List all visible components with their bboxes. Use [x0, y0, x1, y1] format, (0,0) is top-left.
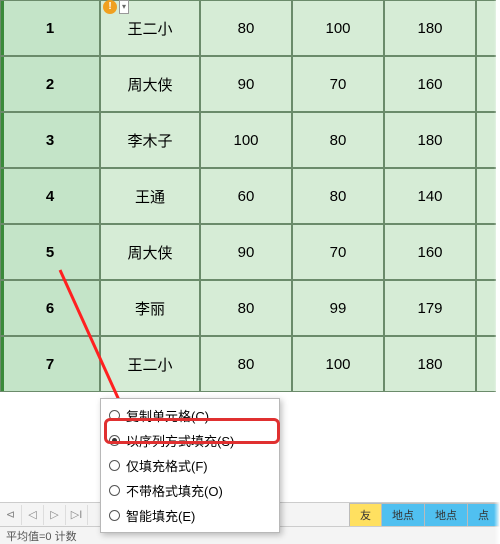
value-cell[interactable]: 180	[384, 336, 476, 392]
value-cell[interactable]: 100	[292, 336, 384, 392]
value-cell[interactable]: 70	[292, 224, 384, 280]
radio-icon	[109, 460, 120, 471]
value-cell-partial[interactable]	[476, 112, 496, 168]
name-cell[interactable]: 王二小	[100, 336, 200, 392]
nav-last-button[interactable]: ▷I	[66, 505, 88, 525]
table-row: 5 周大侠 90 70 160	[0, 224, 496, 280]
spreadsheet-grid[interactable]: 1 王二小 80 100 180 2 周大侠 90 70 160 3 李木子 1…	[0, 0, 496, 392]
value-cell-partial[interactable]	[476, 280, 496, 336]
name-cell[interactable]: 王通	[100, 168, 200, 224]
value-cell[interactable]: 100	[200, 112, 292, 168]
sheet-tabs: 友 地点 地点 点	[350, 503, 500, 526]
name-cell[interactable]: 周大侠	[100, 56, 200, 112]
autofill-option-smart[interactable]: 智能填充(E)	[101, 503, 279, 528]
row-index-cell[interactable]: 2	[0, 56, 100, 112]
warning-icon: !	[103, 0, 117, 14]
value-cell-partial[interactable]	[476, 168, 496, 224]
nav-first-button[interactable]: ⊲	[0, 505, 22, 525]
value-cell-partial[interactable]	[476, 0, 496, 56]
row-index-cell[interactable]: 3	[0, 112, 100, 168]
value-cell-partial[interactable]	[476, 336, 496, 392]
value-cell[interactable]: 70	[292, 56, 384, 112]
table-row: 1 王二小 80 100 180	[0, 0, 496, 56]
row-index-cell[interactable]: 4	[0, 168, 100, 224]
option-label: 智能填充(E)	[126, 506, 195, 525]
radio-icon	[109, 435, 120, 446]
value-cell[interactable]: 160	[384, 224, 476, 280]
row-index-cell[interactable]: 5	[0, 224, 100, 280]
table-row: 7 王二小 80 100 180	[0, 336, 496, 392]
value-cell[interactable]: 80	[292, 168, 384, 224]
autofill-option-noformat[interactable]: 不带格式填充(O)	[101, 478, 279, 503]
fade-overlay	[494, 0, 500, 544]
sheet-tab[interactable]: 地点	[381, 503, 425, 526]
table-row: 2 周大侠 90 70 160	[0, 56, 496, 112]
status-text: 平均值=0 计数	[6, 528, 77, 544]
autofill-option-series[interactable]: 以序列方式填充(S)	[101, 428, 279, 453]
value-cell-partial[interactable]	[476, 224, 496, 280]
autofill-option-format[interactable]: 仅填充格式(F)	[101, 453, 279, 478]
nav-next-button[interactable]: ▷	[44, 505, 66, 525]
table-row: 4 王通 60 80 140	[0, 168, 496, 224]
value-cell[interactable]: 90	[200, 56, 292, 112]
value-cell[interactable]: 80	[200, 0, 292, 56]
value-cell[interactable]: 180	[384, 112, 476, 168]
option-label: 以序列方式填充(S)	[126, 431, 234, 450]
sheet-tab[interactable]: 地点	[424, 503, 468, 526]
autofill-options-menu: 复制单元格(C) 以序列方式填充(S) 仅填充格式(F) 不带格式填充(O) 智…	[100, 398, 280, 533]
name-cell[interactable]: 李丽	[100, 280, 200, 336]
value-cell[interactable]: 180	[384, 0, 476, 56]
value-cell[interactable]: 100	[292, 0, 384, 56]
value-cell[interactable]: 60	[200, 168, 292, 224]
autofill-option-copy[interactable]: 复制单元格(C)	[101, 403, 279, 428]
value-cell[interactable]: 80	[200, 280, 292, 336]
name-cell[interactable]: 周大侠	[100, 224, 200, 280]
table-row: 3 李木子 100 80 180	[0, 112, 496, 168]
option-label: 复制单元格(C)	[126, 406, 209, 425]
value-cell[interactable]: 80	[200, 336, 292, 392]
sheet-tab[interactable]: 友	[349, 503, 382, 526]
radio-icon	[109, 410, 120, 421]
nav-prev-button[interactable]: ◁	[22, 505, 44, 525]
row-index-cell[interactable]: 1	[0, 0, 100, 56]
chevron-down-icon[interactable]: ▾	[119, 0, 129, 14]
value-cell[interactable]: 90	[200, 224, 292, 280]
table-row: 6 李丽 80 99 179	[0, 280, 496, 336]
value-cell[interactable]: 179	[384, 280, 476, 336]
radio-icon	[109, 510, 120, 521]
radio-icon	[109, 485, 120, 496]
row-index-cell[interactable]: 7	[0, 336, 100, 392]
value-cell[interactable]: 140	[384, 168, 476, 224]
smart-tag[interactable]: ! ▾	[103, 0, 129, 14]
option-label: 不带格式填充(O)	[126, 481, 223, 500]
option-label: 仅填充格式(F)	[126, 456, 208, 475]
value-cell-partial[interactable]	[476, 56, 496, 112]
value-cell[interactable]: 160	[384, 56, 476, 112]
value-cell[interactable]: 80	[292, 112, 384, 168]
row-index-cell[interactable]: 6	[0, 280, 100, 336]
value-cell[interactable]: 99	[292, 280, 384, 336]
name-cell[interactable]: 李木子	[100, 112, 200, 168]
